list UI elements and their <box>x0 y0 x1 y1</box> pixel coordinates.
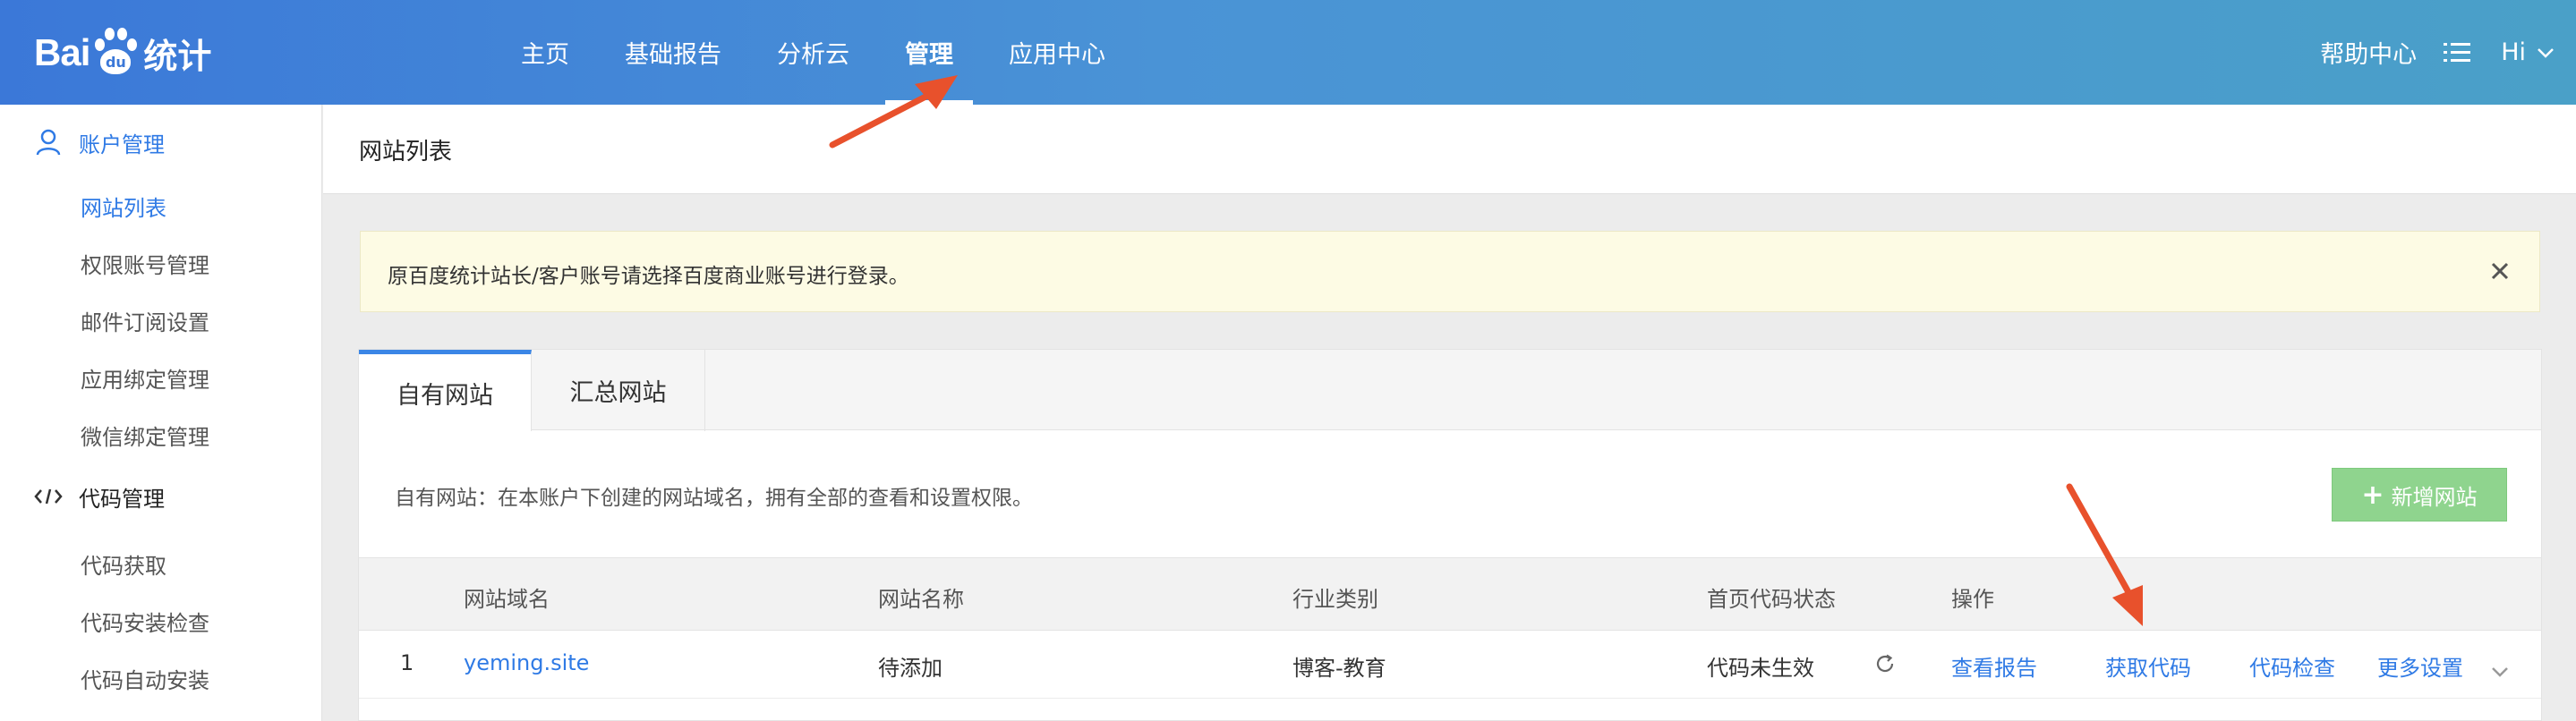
column-header-actions: 操作 <box>1951 587 1994 612</box>
sidebar-item-code-auto-install[interactable]: 代码自动安装 <box>81 663 209 694</box>
close-icon[interactable] <box>2482 253 2518 289</box>
refresh-icon[interactable] <box>1873 652 1897 681</box>
baidu-tongji-logo[interactable]: Bai du 统计 <box>34 21 211 84</box>
site-domain-link[interactable]: yeming.site <box>464 650 589 675</box>
tab-own-sites[interactable]: 自有网站 <box>359 350 532 431</box>
nav-analysis-cloud[interactable]: 分析云 <box>757 0 869 105</box>
table-header: 网站域名 网站名称 行业类别 首页代码状态 操作 <box>359 557 2541 631</box>
tab-description: 自有网站：在本账户下创建的网站域名，拥有全部的查看和设置权限。 <box>395 487 1033 510</box>
column-header-domain: 网站域名 <box>464 587 550 612</box>
nav-management[interactable]: 管理 <box>885 0 973 105</box>
list-icon[interactable] <box>2444 42 2471 64</box>
code-check-link[interactable]: 代码检查 <box>2249 650 2335 682</box>
table-row: 1 yeming.site 待添加 博客-教育 代码未生效 查看报告 获取代码 … <box>359 631 2541 699</box>
column-header-code-status: 首页代码状态 <box>1707 587 1836 612</box>
user-icon <box>30 128 66 157</box>
content-header: 网站列表 <box>323 105 2576 194</box>
help-center-link[interactable]: 帮助中心 <box>2320 35 2417 70</box>
chevron-down-icon <box>2538 47 2554 58</box>
column-header-industry: 行业类别 <box>1292 587 1378 612</box>
paw-icon: du <box>91 26 140 80</box>
main-nav: 主页 基础报告 分析云 管理 应用中心 <box>501 0 1141 105</box>
sidebar-group-code-label: 代码管理 <box>79 486 165 512</box>
nav-basic-reports[interactable]: 基础报告 <box>605 0 741 105</box>
top-right-area: 帮助中心 Hi <box>2320 0 2555 105</box>
sidebar: 账户管理 网站列表 权限账号管理 邮件订阅设置 应用绑定管理 微信绑定管理 代码… <box>0 105 322 721</box>
tab-summary-sites[interactable]: 汇总网站 <box>532 350 705 431</box>
row-index: 1 <box>400 650 414 675</box>
view-report-link[interactable]: 查看报告 <box>1951 650 2037 682</box>
column-header-site-name: 网站名称 <box>878 587 964 612</box>
add-site-label: 新增网站 <box>2391 484 2478 510</box>
sidebar-group-account-label: 账户管理 <box>79 131 165 157</box>
page-title: 网站列表 <box>359 139 453 165</box>
sidebar-item-code-install-check[interactable]: 代码安装检查 <box>81 606 209 637</box>
logo-paw-text: du <box>105 54 126 71</box>
site-name: 待添加 <box>878 656 943 681</box>
plus-icon: + <box>2361 479 2384 511</box>
site-tabs: 自有网站 汇总网站 <box>359 350 2541 431</box>
sidebar-item-site-list[interactable]: 网站列表 <box>81 191 166 222</box>
site-industry: 博客-教育 <box>1292 656 1386 681</box>
code-icon <box>30 487 66 506</box>
sidebar-group-code[interactable]: 代码管理 <box>0 480 165 513</box>
get-code-link[interactable]: 获取代码 <box>2105 650 2191 682</box>
sidebar-item-permission-accounts[interactable]: 权限账号管理 <box>81 248 209 279</box>
sidebar-group-account[interactable]: 账户管理 <box>0 126 165 158</box>
logo-text: Bai <box>34 31 90 73</box>
alert-message: 原百度统计站长/客户账号请选择百度商业账号进行登录。 <box>388 265 909 288</box>
nav-app-center[interactable]: 应用中心 <box>989 0 1125 105</box>
sidebar-item-email-subscription[interactable]: 邮件订阅设置 <box>81 305 209 336</box>
chevron-down-icon[interactable] <box>2491 657 2509 683</box>
sidebar-item-app-binding[interactable]: 应用绑定管理 <box>81 362 209 394</box>
sidebar-item-get-code[interactable]: 代码获取 <box>81 548 166 580</box>
user-greeting: Hi <box>2501 38 2526 66</box>
logo-cn-text: 统计 <box>143 36 212 76</box>
notice-alert: 原百度统计站长/客户账号请选择百度商业账号进行登录。 <box>360 231 2540 312</box>
code-status: 代码未生效 <box>1707 656 1814 681</box>
top-navigation-bar: Bai du 统计 主页 基础报告 分析云 管理 应用中心 帮助中心 Hi <box>0 0 2576 105</box>
nav-home[interactable]: 主页 <box>501 0 589 105</box>
user-menu[interactable]: Hi <box>2501 38 2555 66</box>
sidebar-item-wechat-binding[interactable]: 微信绑定管理 <box>81 420 209 451</box>
more-settings-link[interactable]: 更多设置 <box>2377 650 2463 682</box>
add-site-button[interactable]: + 新增网站 <box>2332 468 2507 522</box>
site-list-panel: 自有网站 汇总网站 自有网站：在本账户下创建的网站域名，拥有全部的查看和设置权限… <box>358 349 2542 721</box>
